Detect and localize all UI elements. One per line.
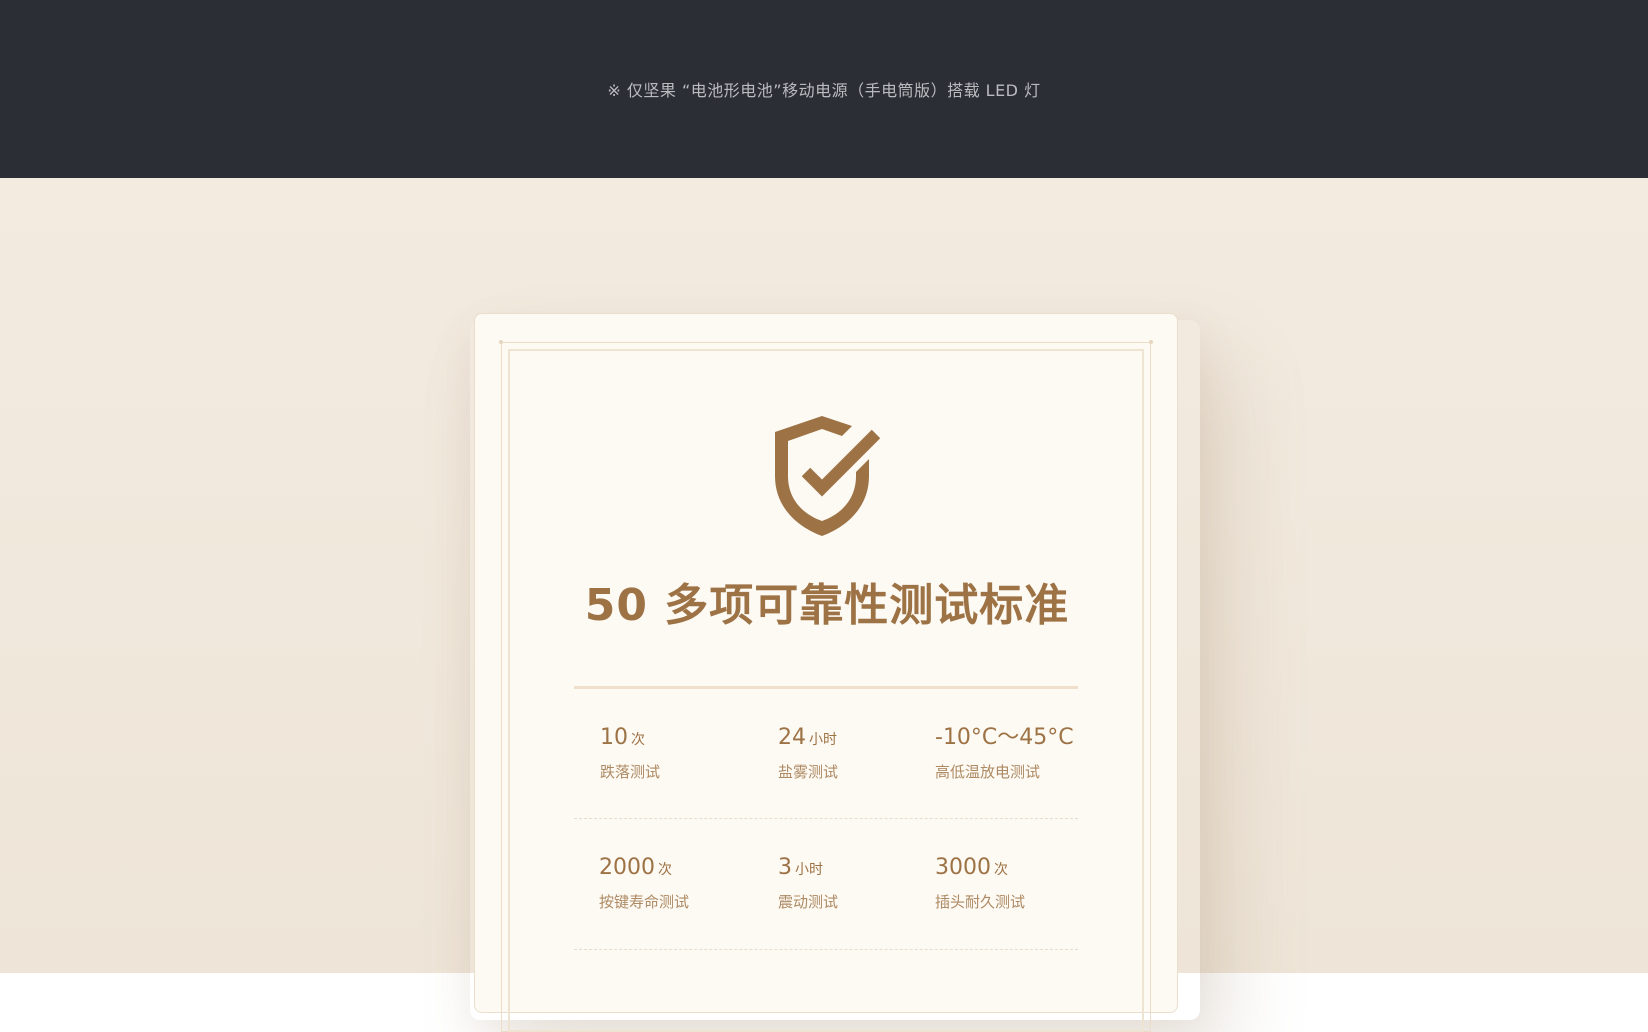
stat-drop-test: 10 次 跌落测试: [600, 724, 790, 782]
frame-corner-dot: [1149, 340, 1153, 344]
stat-label: 插头耐久测试: [935, 893, 1026, 911]
row-divider: [574, 949, 1078, 950]
stat-plug-durability-test: 3000 次 插头耐久测试: [935, 854, 1125, 912]
stat-value: 10 次: [600, 725, 645, 750]
stat-label: 按键寿命测试: [599, 893, 690, 911]
stat-label: 高低温放电测试: [935, 763, 1041, 781]
stat-value: -10°C〜45°C: [935, 725, 1074, 750]
card-title: 50 多项可靠性测试标准: [584, 580, 1070, 631]
stat-button-life-test: 2000 次 按键寿命测试: [599, 854, 789, 912]
stat-temperature-test: -10°C〜45°C 高低温放电测试: [935, 724, 1125, 782]
shield-check-icon: [775, 416, 881, 536]
stat-value: 2000 次: [599, 855, 672, 880]
stat-value: 3000 次: [935, 855, 1008, 880]
top-dark-band: ※ 仅坚果 “电池形电池”移动电源（手电筒版）搭载 LED 灯: [0, 0, 1648, 178]
frame-corner-dot: [499, 340, 503, 344]
row-divider: [574, 818, 1078, 819]
stat-label: 跌落测试: [600, 763, 661, 781]
led-footnote: ※ 仅坚果 “电池形电池”移动电源（手电筒版）搭载 LED 灯: [607, 81, 1041, 100]
title-divider: [574, 686, 1078, 689]
reliability-card: 50 多项可靠性测试标准 10 次 跌落测试 24 小时 盐雾测试 -10°C〜45…: [474, 313, 1178, 1032]
